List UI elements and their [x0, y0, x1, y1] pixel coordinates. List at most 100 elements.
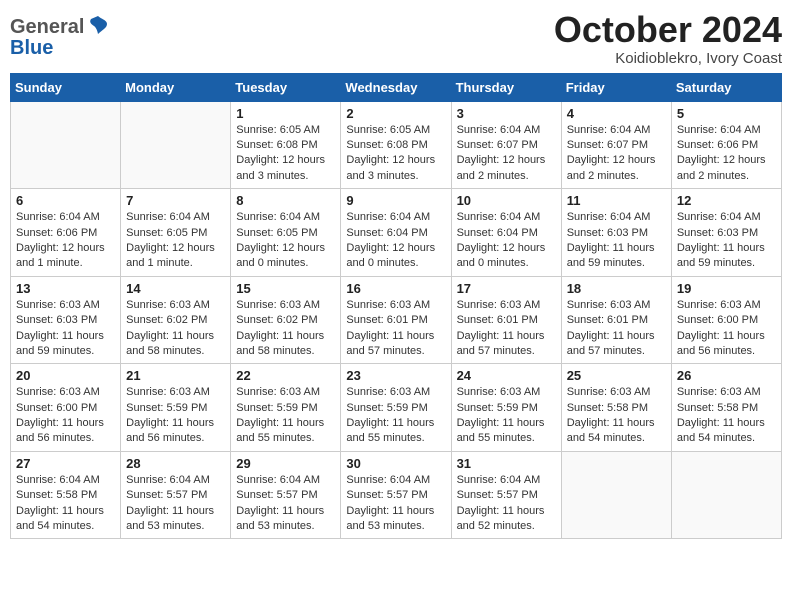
- day-info: Sunrise: 6:04 AM Sunset: 6:04 PM Dayligh…: [457, 210, 556, 272]
- page-container: General Blue October 2024 Koidioblekro, …: [0, 0, 792, 549]
- calendar-cell: 28Sunrise: 6:04 AM Sunset: 5:57 PM Dayli…: [121, 451, 231, 539]
- calendar-cell: 7 Sunrise: 6:04 AM Sunset: 6:05 PM Daylig…: [121, 189, 231, 277]
- day-number: 13: [16, 281, 115, 296]
- calendar-cell: 31Sunrise: 6:04 AM Sunset: 5:57 PM Dayli…: [451, 451, 561, 539]
- day-number: 11: [567, 193, 666, 208]
- day-number: 23: [346, 368, 445, 383]
- calendar-cell: 27 Sunrise: 6:04 AM Sunset: 5:58 PM Dayli…: [11, 451, 121, 539]
- logo: General Blue: [10, 14, 109, 60]
- day-number: 6: [16, 193, 115, 208]
- week-row-3: 13 Sunrise: 6:03 AM Sunset: 6:03 PM Dayli…: [11, 276, 782, 364]
- col-monday: Monday: [121, 73, 231, 101]
- col-saturday: Saturday: [671, 73, 781, 101]
- calendar-cell: 30 Sunrise: 6:04 AM Sunset: 5:57 PM Dayli…: [341, 451, 451, 539]
- calendar-cell: [121, 101, 231, 189]
- day-info: Sunrise: 6:03 AM Sunset: 6:01 PM Dayligh…: [457, 298, 556, 360]
- col-thursday: Thursday: [451, 73, 561, 101]
- day-number: 7: [126, 193, 225, 208]
- day-info: Sunrise: 6:03 AM Sunset: 5:59 PM Dayligh…: [346, 385, 445, 447]
- calendar-cell: 15 Sunrise: 6:03 AM Sunset: 6:02 PM Dayli…: [231, 276, 341, 364]
- calendar-cell: 13 Sunrise: 6:03 AM Sunset: 6:03 PM Dayli…: [11, 276, 121, 364]
- calendar-cell: 11Sunrise: 6:04 AM Sunset: 6:03 PM Dayli…: [561, 189, 671, 277]
- day-info: Sunrise: 6:03 AM Sunset: 6:00 PM Dayligh…: [677, 298, 776, 360]
- calendar-cell: 5 Sunrise: 6:04 AM Sunset: 6:06 PM Daylig…: [671, 101, 781, 189]
- day-number: 27: [16, 456, 115, 471]
- day-number: 30: [346, 456, 445, 471]
- calendar-cell: 17 Sunrise: 6:03 AM Sunset: 6:01 PM Dayli…: [451, 276, 561, 364]
- calendar-title: October 2024: [554, 10, 782, 50]
- calendar-cell: 3 Sunrise: 6:04 AM Sunset: 6:07 PM Daylig…: [451, 101, 561, 189]
- day-number: 31: [457, 456, 556, 471]
- day-number: 17: [457, 281, 556, 296]
- day-info: Sunrise: 6:04 AM Sunset: 5:57 PM Dayligh…: [236, 473, 335, 535]
- calendar-cell: 1 Sunrise: 6:05 AM Sunset: 6:08 PM Daylig…: [231, 101, 341, 189]
- day-number: 16: [346, 281, 445, 296]
- day-info: Sunrise: 6:03 AM Sunset: 6:02 PM Dayligh…: [236, 298, 335, 360]
- day-number: 5: [677, 106, 776, 121]
- week-row-4: 20Sunrise: 6:03 AM Sunset: 6:00 PM Dayli…: [11, 364, 782, 452]
- calendar-cell: 12Sunrise: 6:04 AM Sunset: 6:03 PM Dayli…: [671, 189, 781, 277]
- day-number: 10: [457, 193, 556, 208]
- day-info: Sunrise: 6:05 AM Sunset: 6:08 PM Dayligh…: [236, 123, 335, 185]
- day-number: 4: [567, 106, 666, 121]
- day-number: 8: [236, 193, 335, 208]
- title-section: October 2024 Koidioblekro, Ivory Coast: [554, 10, 782, 67]
- calendar-cell: 29 Sunrise: 6:04 AM Sunset: 5:57 PM Dayli…: [231, 451, 341, 539]
- calendar-cell: 6 Sunrise: 6:04 AM Sunset: 6:06 PM Daylig…: [11, 189, 121, 277]
- day-info: Sunrise: 6:04 AM Sunset: 5:57 PM Dayligh…: [126, 473, 225, 535]
- day-info: Sunrise: 6:04 AM Sunset: 6:06 PM Dayligh…: [677, 123, 776, 185]
- calendar-header-row: Sunday Monday Tuesday Wednesday Thursday…: [11, 73, 782, 101]
- calendar-cell: 10 Sunrise: 6:04 AM Sunset: 6:04 PM Dayli…: [451, 189, 561, 277]
- calendar-cell: 14Sunrise: 6:03 AM Sunset: 6:02 PM Dayli…: [121, 276, 231, 364]
- day-info: Sunrise: 6:04 AM Sunset: 6:05 PM Dayligh…: [236, 210, 335, 272]
- day-info: Sunrise: 6:05 AM Sunset: 6:08 PM Dayligh…: [346, 123, 445, 185]
- week-row-5: 27 Sunrise: 6:04 AM Sunset: 5:58 PM Dayli…: [11, 451, 782, 539]
- logo-blue-text: Blue: [10, 37, 53, 60]
- day-info: Sunrise: 6:03 AM Sunset: 6:01 PM Dayligh…: [567, 298, 666, 360]
- calendar-cell: 16Sunrise: 6:03 AM Sunset: 6:01 PM Dayli…: [341, 276, 451, 364]
- day-number: 2: [346, 106, 445, 121]
- calendar-cell: 21Sunrise: 6:03 AM Sunset: 5:59 PM Dayli…: [121, 364, 231, 452]
- day-info: Sunrise: 6:04 AM Sunset: 5:57 PM Dayligh…: [346, 473, 445, 535]
- day-number: 26: [677, 368, 776, 383]
- day-number: 1: [236, 106, 335, 121]
- day-info: Sunrise: 6:04 AM Sunset: 6:07 PM Dayligh…: [567, 123, 666, 185]
- day-info: Sunrise: 6:03 AM Sunset: 6:02 PM Dayligh…: [126, 298, 225, 360]
- calendar-cell: 20Sunrise: 6:03 AM Sunset: 6:00 PM Dayli…: [11, 364, 121, 452]
- col-wednesday: Wednesday: [341, 73, 451, 101]
- calendar-cell: 23 Sunrise: 6:03 AM Sunset: 5:59 PM Dayli…: [341, 364, 451, 452]
- day-info: Sunrise: 6:03 AM Sunset: 5:58 PM Dayligh…: [677, 385, 776, 447]
- day-number: 25: [567, 368, 666, 383]
- day-info: Sunrise: 6:04 AM Sunset: 6:03 PM Dayligh…: [677, 210, 776, 272]
- calendar-cell: 8 Sunrise: 6:04 AM Sunset: 6:05 PM Daylig…: [231, 189, 341, 277]
- day-info: Sunrise: 6:04 AM Sunset: 6:06 PM Dayligh…: [16, 210, 115, 272]
- day-number: 15: [236, 281, 335, 296]
- calendar-cell: 2 Sunrise: 6:05 AM Sunset: 6:08 PM Daylig…: [341, 101, 451, 189]
- day-info: Sunrise: 6:04 AM Sunset: 6:07 PM Dayligh…: [457, 123, 556, 185]
- logo-bird-icon: [87, 14, 109, 41]
- day-info: Sunrise: 6:04 AM Sunset: 6:04 PM Dayligh…: [346, 210, 445, 272]
- day-number: 22: [236, 368, 335, 383]
- calendar-location: Koidioblekro, Ivory Coast: [554, 50, 782, 67]
- calendar-cell: [671, 451, 781, 539]
- calendar-cell: [561, 451, 671, 539]
- day-info: Sunrise: 6:04 AM Sunset: 6:05 PM Dayligh…: [126, 210, 225, 272]
- calendar-cell: 4 Sunrise: 6:04 AM Sunset: 6:07 PM Daylig…: [561, 101, 671, 189]
- calendar-cell: 25Sunrise: 6:03 AM Sunset: 5:58 PM Dayli…: [561, 364, 671, 452]
- logo-general-text: General: [10, 16, 84, 39]
- day-number: 18: [567, 281, 666, 296]
- day-info: Sunrise: 6:03 AM Sunset: 6:03 PM Dayligh…: [16, 298, 115, 360]
- calendar-cell: [11, 101, 121, 189]
- day-info: Sunrise: 6:04 AM Sunset: 5:58 PM Dayligh…: [16, 473, 115, 535]
- day-info: Sunrise: 6:03 AM Sunset: 5:59 PM Dayligh…: [236, 385, 335, 447]
- week-row-1: 1 Sunrise: 6:05 AM Sunset: 6:08 PM Daylig…: [11, 101, 782, 189]
- day-number: 29: [236, 456, 335, 471]
- day-number: 20: [16, 368, 115, 383]
- day-info: Sunrise: 6:03 AM Sunset: 5:59 PM Dayligh…: [457, 385, 556, 447]
- week-row-2: 6 Sunrise: 6:04 AM Sunset: 6:06 PM Daylig…: [11, 189, 782, 277]
- day-number: 3: [457, 106, 556, 121]
- col-tuesday: Tuesday: [231, 73, 341, 101]
- col-sunday: Sunday: [11, 73, 121, 101]
- day-number: 9: [346, 193, 445, 208]
- calendar-cell: 26 Sunrise: 6:03 AM Sunset: 5:58 PM Dayli…: [671, 364, 781, 452]
